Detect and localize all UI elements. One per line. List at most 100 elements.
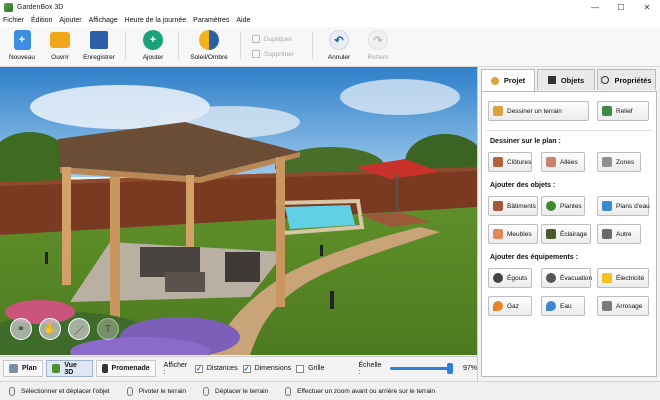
redo-button[interactable]: ↷ Refaire: [356, 30, 400, 61]
zones-button[interactable]: Zones: [597, 152, 641, 172]
sewers-button[interactable]: Égouts: [488, 268, 532, 288]
drainage-label: Évacuation: [560, 274, 593, 282]
menu-time-of-day[interactable]: Heure de la journée: [125, 17, 187, 24]
menu-edit[interactable]: Édition: [31, 17, 52, 24]
furniture-icon: [493, 229, 503, 239]
section-objects-title: Ajouter des objets :: [490, 182, 556, 189]
dimensions-checkbox[interactable]: ✓ Dimensions: [242, 364, 291, 373]
grid-checkbox[interactable]: Grille: [296, 364, 325, 373]
status-select-text: Sélectionner et déplacer l'objet: [21, 387, 110, 395]
other-button[interactable]: Autre: [597, 224, 641, 244]
view-bar: Plan Vue 3D Promenade Afficher : ✓ Distan…: [0, 356, 477, 380]
building-icon: [493, 201, 503, 211]
plants-button[interactable]: Plantes: [541, 196, 585, 216]
menu-settings[interactable]: Paramètres: [193, 17, 229, 24]
maximize-button[interactable]: ☐: [608, 0, 634, 14]
close-button[interactable]: ✕: [634, 0, 660, 14]
electricity-button[interactable]: Électricité: [597, 268, 649, 288]
other-icon: [602, 229, 612, 239]
walk-view-button[interactable]: Promenade: [95, 360, 156, 377]
tab-objects[interactable]: Objets: [537, 69, 595, 90]
3d-view-button[interactable]: Vue 3D: [45, 360, 93, 377]
menu-view[interactable]: Affichage: [89, 17, 118, 24]
fences-button[interactable]: Clôtures: [488, 152, 532, 172]
redo-arrow-icon: ↷: [368, 30, 388, 50]
menu-file[interactable]: Fichier: [3, 17, 24, 24]
plus-circle-icon: +: [143, 30, 163, 50]
sun-shade-button[interactable]: Soleil/Ombre: [187, 30, 231, 61]
minimize-button[interactable]: —: [582, 0, 608, 14]
relief-button[interactable]: Relief: [597, 101, 649, 121]
project-panel: Projet Objets Propriétés Dessiner un ter…: [477, 67, 660, 381]
distances-label: Distances: [206, 365, 238, 372]
mouse-left-icon: [9, 386, 15, 396]
buildings-button[interactable]: Bâtiments: [488, 196, 538, 216]
open-label: Ouvrir: [51, 54, 69, 61]
menu-help[interactable]: Aide: [236, 17, 250, 24]
save-button[interactable]: Enregistrer: [77, 30, 121, 61]
measure-ruler-icon[interactable]: ／: [68, 318, 90, 340]
menu-bar: Fichier Édition Ajouter Affichage Heure …: [0, 14, 660, 27]
buildings-label: Bâtiments: [507, 202, 536, 210]
zone-icon: [602, 157, 612, 167]
plants-label: Plantes: [560, 202, 582, 210]
draw-terrain-button[interactable]: Dessiner un terrain: [488, 101, 589, 121]
3d-view-label: Vue 3D: [64, 361, 77, 376]
draw-terrain-icon: [493, 106, 503, 116]
undo-arrow-icon: ↶: [329, 30, 349, 50]
tab-project-label: Projet: [503, 76, 526, 85]
grid-label: Grille: [308, 365, 325, 372]
paths-label: Allées: [560, 158, 578, 166]
scale-slider[interactable]: [390, 363, 453, 374]
trash-icon: [252, 50, 260, 58]
new-document-icon: +: [13, 30, 31, 50]
lighting-label: Éclairage: [560, 230, 588, 238]
undo-button[interactable]: ↶ Annuler: [317, 30, 361, 61]
walking-person-icon: [101, 364, 108, 373]
tab-project[interactable]: Projet: [481, 69, 535, 91]
distances-checkbox[interactable]: ✓ Distances: [194, 364, 238, 373]
gas-label: Gaz: [507, 302, 519, 310]
3d-viewport[interactable]: [0, 67, 477, 355]
project-tab-content: Dessiner un terrain Relief Dessiner sur …: [481, 91, 657, 377]
text-tool-icon[interactable]: T: [97, 318, 119, 340]
status-hint-select: Sélectionner et déplacer l'objet: [9, 386, 110, 396]
water-button[interactable]: Eau: [541, 296, 585, 316]
water-features-button[interactable]: Plans d'eau: [597, 196, 650, 216]
drainage-button[interactable]: Évacuation: [541, 268, 593, 288]
add-button[interactable]: + Ajouter: [131, 30, 175, 61]
irrigation-button[interactable]: Arrosage: [597, 296, 649, 316]
toolbar-separator: [240, 32, 241, 60]
view-navigation-tools: ⚭ ✋ ／ T: [10, 318, 126, 340]
scale-label: Échelle :: [358, 361, 382, 376]
paths-button[interactable]: Allées: [541, 152, 585, 172]
delete-button[interactable]: Supprimer: [252, 50, 294, 58]
electricity-label: Électricité: [616, 274, 645, 282]
mountain-icon: [602, 106, 612, 116]
toolbar-separator: [178, 32, 179, 60]
sun-shade-icon: [199, 30, 219, 50]
drain-icon: [546, 273, 556, 283]
furniture-button[interactable]: Meubles: [488, 224, 538, 244]
menu-add[interactable]: Ajouter: [59, 17, 81, 24]
lighting-button[interactable]: Éclairage: [541, 224, 591, 244]
title-bar: GardenBox 3D — ☐ ✕: [0, 0, 660, 14]
open-button[interactable]: Ouvrir: [38, 30, 82, 61]
plan-view-button[interactable]: Plan: [3, 360, 43, 377]
undo-label: Annuler: [327, 54, 351, 61]
scale-slider-handle[interactable]: [446, 363, 453, 374]
duplicate-button[interactable]: Dupliquer: [252, 35, 292, 43]
plan-label: Plan: [22, 365, 37, 372]
section-draw-title: Dessiner sur le plan :: [490, 138, 561, 145]
folder-icon: [50, 32, 70, 48]
save-label: Enregistrer: [83, 54, 115, 61]
hand-pan-icon[interactable]: ✋: [39, 318, 61, 340]
water-feature-icon: [602, 201, 612, 211]
draw-terrain-label: Dessiner un terrain: [507, 107, 562, 115]
water-drop-icon: [546, 301, 556, 311]
gas-button[interactable]: Gaz: [488, 296, 532, 316]
relief-label: Relief: [616, 107, 633, 115]
select-objects-icon[interactable]: ⚭: [10, 318, 32, 340]
tab-properties[interactable]: Propriétés: [597, 69, 656, 90]
project-icon: [490, 76, 499, 85]
